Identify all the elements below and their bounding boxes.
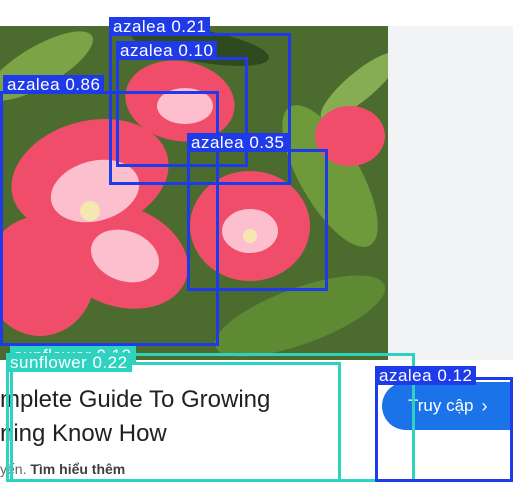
detection-label: azalea 0.35 [187, 133, 289, 152]
detection-label: azalea 0.86 [3, 75, 105, 94]
detection-box: azalea 0.35 [187, 133, 328, 291]
detection-label: azalea 0.12 [375, 366, 477, 385]
right-panel [388, 26, 513, 360]
detection-box: sunflower 0.22 [6, 353, 341, 482]
detection-label: azalea 0.10 [116, 41, 218, 60]
top-strip [0, 0, 513, 26]
detection-box: azalea 0.12 [375, 366, 513, 482]
detection-label: azalea 0.21 [109, 17, 211, 36]
detection-label: sunflower 0.22 [6, 353, 132, 372]
